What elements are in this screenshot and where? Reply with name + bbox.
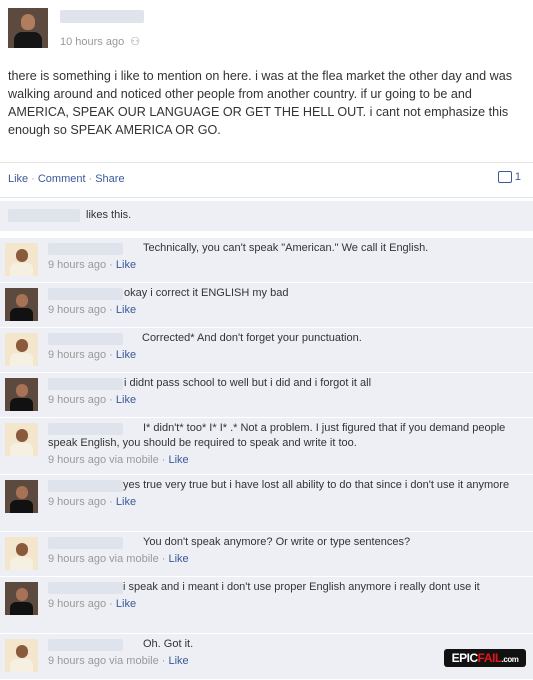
- commenter-avatar[interactable]: [5, 423, 38, 456]
- comment-text: okay i correct it ENGLISH my bad: [124, 287, 289, 299]
- comment: You don't speak anymore? Or write or typ…: [0, 532, 533, 577]
- comment-like-link[interactable]: Like: [116, 598, 136, 610]
- comment-link[interactable]: Comment: [38, 173, 86, 185]
- commenter-name-redacted[interactable]: [48, 423, 123, 435]
- comment-count[interactable]: 1: [497, 171, 521, 183]
- commenter-name-redacted[interactable]: [48, 288, 123, 300]
- comment-text: Oh. Got it.: [143, 638, 194, 650]
- comment-via: via mobile: [109, 655, 159, 667]
- comment-time[interactable]: 9 hours ago: [48, 553, 106, 565]
- friends-icon: ⚇: [130, 36, 141, 48]
- comment-time[interactable]: 9 hours ago: [48, 304, 106, 316]
- comment-time[interactable]: 9 hours ago: [48, 496, 106, 508]
- post-meta: 10 hours ago ⚇: [60, 35, 140, 48]
- commenter-name-redacted[interactable]: [48, 333, 123, 345]
- liker-name-redacted[interactable]: [8, 209, 80, 222]
- comment-time[interactable]: 9 hours ago: [48, 598, 106, 610]
- comment-like-link[interactable]: Like: [116, 304, 136, 316]
- post-header: 10 hours ago ⚇: [8, 8, 533, 54]
- commenter-avatar[interactable]: [5, 288, 38, 321]
- separator: ·: [31, 173, 35, 185]
- logo-epic: EPIC: [451, 651, 479, 665]
- logo-com: .com: [501, 655, 519, 664]
- action-bar: Like · Comment · Share 1: [0, 162, 533, 198]
- comment-time[interactable]: 9 hours ago: [48, 259, 106, 271]
- commenter-name-redacted[interactable]: [48, 480, 123, 492]
- commenter-name-redacted[interactable]: [48, 243, 123, 255]
- commenter-name-redacted[interactable]: [48, 582, 123, 594]
- comment-like-link[interactable]: Like: [116, 394, 136, 406]
- comment-time[interactable]: 9 hours ago: [48, 394, 106, 406]
- commenter-avatar[interactable]: [5, 480, 38, 513]
- comment-bubble-icon: [497, 171, 512, 183]
- logo-fail: FAIL: [477, 651, 503, 665]
- comment-text: Technically, you can't speak "American."…: [143, 242, 429, 254]
- epicfail-watermark-logo: EPICFAIL.com: [444, 649, 526, 667]
- commenter-avatar[interactable]: [5, 639, 38, 672]
- comment-text: You don't speak anymore? Or write or typ…: [143, 536, 411, 548]
- comment-via: via mobile: [109, 454, 159, 466]
- comment-like-link[interactable]: Like: [168, 553, 188, 565]
- separator: ·: [88, 173, 93, 185]
- comment: Corrected* And don't forget your punctua…: [0, 328, 533, 373]
- author-avatar[interactable]: [8, 8, 48, 48]
- comment: Technically, you can't speak "American."…: [0, 238, 533, 283]
- comment-like-link[interactable]: Like: [168, 454, 188, 466]
- commenter-name-redacted[interactable]: [48, 378, 123, 390]
- comment-text: i didnt pass school to well but i did an…: [124, 377, 372, 389]
- comment-like-link[interactable]: Like: [116, 349, 136, 361]
- commenter-avatar[interactable]: [5, 243, 38, 276]
- post-text: there is something i like to mention on …: [8, 69, 513, 137]
- comment-text: yes true very true but i have lost all a…: [123, 479, 510, 491]
- comment-time[interactable]: 9 hours ago: [48, 349, 106, 361]
- comment-text: i speak and i meant i don't use proper E…: [123, 581, 480, 593]
- post-timestamp[interactable]: 10 hours ago: [60, 36, 124, 48]
- like-link[interactable]: Like: [8, 173, 28, 185]
- comment-text: Corrected* And don't forget your punctua…: [142, 332, 362, 344]
- comment-via: via mobile: [109, 553, 159, 565]
- comment-time[interactable]: 9 hours ago: [48, 655, 106, 667]
- comment: i speak and i meant i don't use proper E…: [0, 577, 533, 634]
- commenter-name-redacted[interactable]: [48, 639, 123, 651]
- comment: yes true very true but i have lost all a…: [0, 475, 533, 532]
- comment-like-link[interactable]: Like: [116, 259, 136, 271]
- commenter-name-redacted[interactable]: [48, 537, 123, 549]
- commenter-avatar[interactable]: [5, 537, 38, 570]
- comment: i didnt pass school to well but i did an…: [0, 373, 533, 418]
- likes-text: likes this.: [86, 209, 132, 221]
- comment-count-number: 1: [514, 171, 521, 183]
- likes-row: likes this.: [0, 201, 533, 232]
- comment-time[interactable]: 9 hours ago: [48, 454, 106, 466]
- post-actions: Like · Comment · Share: [8, 173, 125, 185]
- author-name-redacted[interactable]: [60, 10, 144, 23]
- comment: okay i correct it ENGLISH my bad 9 hours…: [0, 283, 533, 328]
- comment-like-link[interactable]: Like: [168, 655, 188, 667]
- comment-like-link[interactable]: Like: [116, 496, 136, 508]
- commenter-avatar[interactable]: [5, 333, 38, 366]
- commenter-avatar[interactable]: [5, 582, 38, 615]
- share-link[interactable]: Share: [95, 173, 124, 185]
- commenter-avatar[interactable]: [5, 378, 38, 411]
- comment: I* didn't* too* I* I* .* Not a problem. …: [0, 418, 533, 475]
